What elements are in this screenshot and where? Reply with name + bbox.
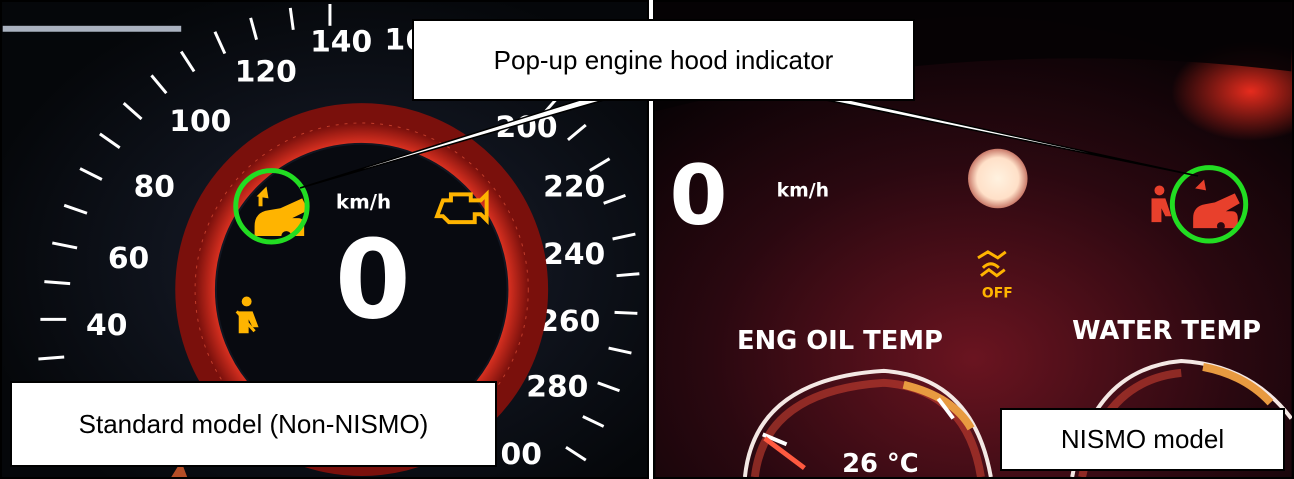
- scale-label: 60: [108, 241, 149, 276]
- scale-label: 100: [169, 104, 231, 139]
- scale-label: 00: [501, 437, 542, 472]
- scale-label: 280: [526, 370, 588, 405]
- scale-label: 260: [538, 304, 600, 339]
- scale-label: 40: [86, 308, 127, 343]
- oil-temp-value: 26 °C: [842, 449, 919, 477]
- scale-label: 220: [543, 169, 605, 204]
- speed-digital-readout: 0: [335, 216, 411, 343]
- water-temp-title: WATER TEMP: [1072, 316, 1261, 346]
- scale-label: 240: [543, 237, 605, 272]
- glare-reflection: [968, 148, 1028, 209]
- standard-model-label: Standard model (Non-NISMO): [10, 381, 497, 467]
- vdc-off-text: OFF: [982, 286, 1013, 302]
- nismo-model-label: NISMO model: [1000, 408, 1285, 471]
- scale-label: 200: [496, 110, 558, 145]
- scale-label: 120: [235, 54, 297, 89]
- eng-oil-temp-title: ENG OIL TEMP: [737, 326, 943, 356]
- speed-unit: km/h: [336, 190, 391, 213]
- callout-label: Pop-up engine hood indicator: [412, 19, 915, 101]
- scale-label: 140: [310, 25, 372, 60]
- scale-label: 80: [134, 169, 175, 204]
- speed-unit: km/h: [777, 180, 829, 201]
- speed-digital-readout: 0: [670, 147, 728, 244]
